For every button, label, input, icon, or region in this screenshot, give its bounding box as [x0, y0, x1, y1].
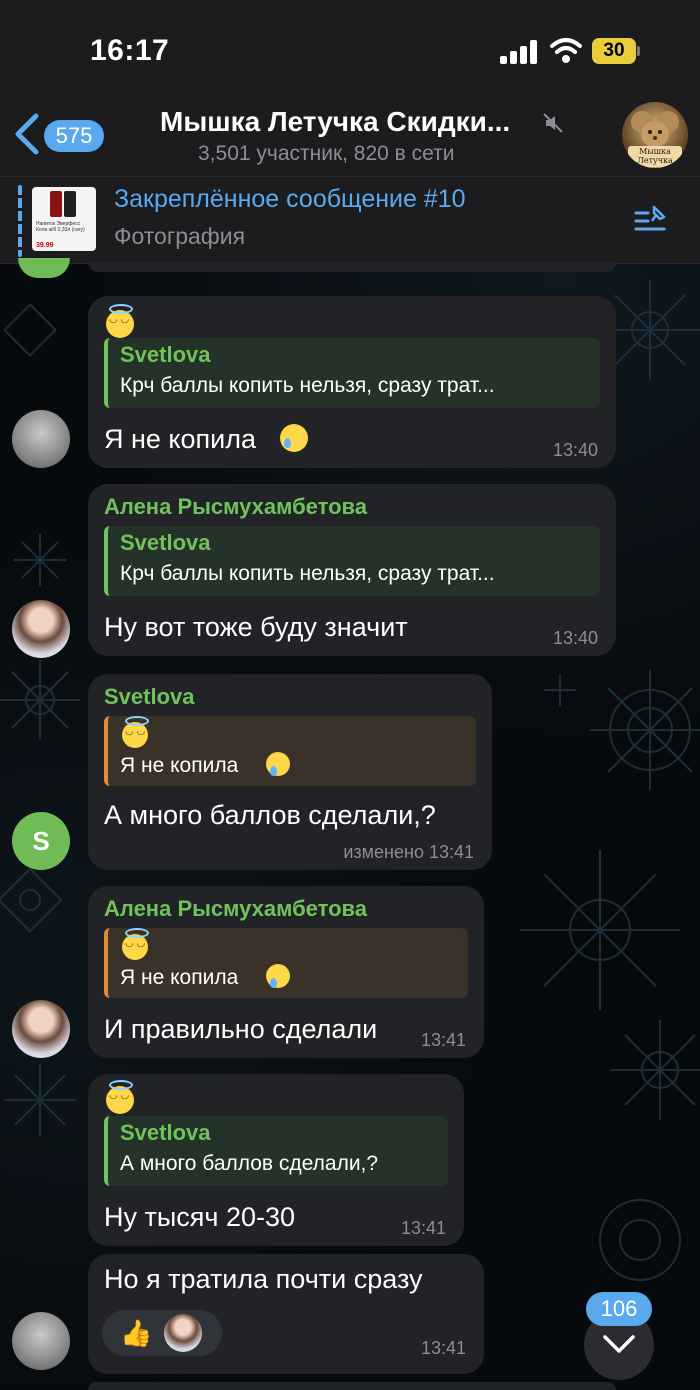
tear-emoji-icon: [280, 424, 308, 452]
battery-level: 30: [592, 38, 636, 64]
pinned-title: Закреплённое сообщение #10: [114, 185, 466, 213]
message-bubble[interactable]: Алена Рысмухамбетова Я не копила И прави…: [88, 886, 484, 1058]
pinned-thumb-price: 39.99: [36, 242, 54, 249]
angel-emoji-icon: [122, 928, 149, 960]
reply-quote[interactable]: Svetlova Крч баллы копить нельзя, сразу …: [104, 526, 600, 596]
reply-quote[interactable]: Svetlova А много баллов сделали,?: [104, 1116, 448, 1186]
back-chevron-icon[interactable]: [12, 112, 42, 156]
message-time: 13:41: [400, 1218, 446, 1238]
message-time: 13:41: [420, 1030, 466, 1050]
message-text: Я не копила: [104, 424, 257, 454]
message-text: Ну вот тоже буду значит: [104, 612, 408, 642]
reaction-avatar: [164, 1314, 202, 1352]
chevron-down-icon: [603, 1335, 635, 1353]
clock: 16:17: [90, 34, 170, 67]
thumbs-up-reaction: 👍: [120, 1318, 153, 1348]
sender-name[interactable]: Алена Рысмухамбетова: [104, 494, 367, 520]
angel-emoji-icon: [106, 1080, 134, 1114]
status-bar: 16:17 30: [0, 0, 700, 100]
message-time: 13:40: [552, 628, 598, 648]
reply-quote[interactable]: Svetlova Крч баллы копить нельзя, сразу …: [104, 338, 600, 408]
message-bubble[interactable]: Алена Рысмухамбетова Svetlova Крч баллы …: [88, 484, 616, 656]
reply-text: Я не копила: [120, 754, 239, 777]
group-avatar[interactable]: Мышка Летучка Скидки: [622, 102, 688, 168]
message-bubble[interactable]: Svetlova Крч баллы копить нельзя, сразу …: [88, 296, 616, 468]
reply-sender: Svetlova: [120, 1120, 211, 1145]
message-text: А много баллов сделали,?: [104, 800, 436, 830]
reply-text: Я не копила: [120, 966, 239, 989]
avatar[interactable]: [12, 1000, 70, 1058]
cellular-signal-icon: [500, 40, 538, 64]
pinned-subtitle: Фотография: [114, 223, 246, 249]
angel-emoji-icon: [106, 304, 134, 338]
reply-text: А много баллов сделали,?: [120, 1152, 379, 1175]
reply-sender: Svetlova: [120, 530, 211, 555]
battery-icon: 30: [592, 38, 640, 64]
chat-member-count: 3,501 участник, 820 в сети: [198, 142, 455, 165]
reply-sender: Svetlova: [120, 342, 211, 367]
message-text: И правильно сделали: [104, 1014, 378, 1044]
wifi-icon: [550, 38, 582, 63]
message-bubble[interactable]: Svetlova А много баллов сделали,? Ну тыс…: [88, 1074, 464, 1246]
tear-emoji-icon: [266, 752, 290, 776]
pinned-list-icon[interactable]: [634, 203, 670, 237]
back-unread-badge[interactable]: 575: [44, 120, 104, 152]
message-time: изменено 13:41: [343, 842, 474, 862]
avatar[interactable]: [12, 600, 70, 658]
message-text: Ну тысяч 20-30: [104, 1202, 296, 1232]
reaction-pill[interactable]: 👍: [102, 1310, 222, 1356]
message-bubble[interactable]: Svetlova Я не копила А много баллов сдел…: [88, 674, 492, 870]
avatar[interactable]: [12, 1312, 70, 1370]
message-time: 13:40: [552, 440, 598, 460]
reply-text: Крч баллы копить нельзя, сразу трат...: [120, 562, 495, 585]
chat-header: 575 Мышка Летучка Скидки... 3,501 участн…: [0, 100, 700, 176]
tear-emoji-icon: [266, 964, 290, 988]
message-bubble-partial: [88, 262, 616, 272]
avatar[interactable]: S: [12, 812, 70, 870]
reply-quote[interactable]: Я не копила: [104, 928, 468, 998]
avatar-logo-text: Мышка Летучка Скидки: [628, 146, 682, 168]
reply-quote[interactable]: Я не копила: [104, 716, 476, 786]
muted-icon: [543, 113, 563, 133]
pinned-indicator: [18, 185, 22, 257]
pinned-thumbnail: Напиток Эверфесс Кола ж/б 0,33л (сагу) 3…: [32, 187, 96, 251]
reply-text: Крч баллы копить нельзя, сразу трат...: [120, 374, 495, 397]
sender-name[interactable]: Алена Рысмухамбетова: [104, 896, 367, 922]
unread-count-badge: 106: [586, 1292, 652, 1326]
message-text: Но я тратила почти сразу: [104, 1264, 423, 1294]
pinned-message-bar[interactable]: Напиток Эверфесс Кола ж/б 0,33л (сагу) 3…: [0, 176, 700, 264]
pinned-thumb-text: Напиток Эверфесс Кола ж/б 0,33л (сагу): [36, 221, 85, 233]
sender-name[interactable]: Svetlova: [104, 684, 195, 710]
message-time: 13:41: [420, 1338, 466, 1358]
angel-emoji-icon: [122, 716, 149, 748]
message-bubble-partial: [88, 1382, 616, 1390]
chat-title[interactable]: Мышка Летучка Скидки...: [160, 106, 550, 138]
message-bubble[interactable]: Но я тратила почти сразу 👍 13:41: [88, 1254, 484, 1374]
avatar[interactable]: [12, 410, 70, 468]
